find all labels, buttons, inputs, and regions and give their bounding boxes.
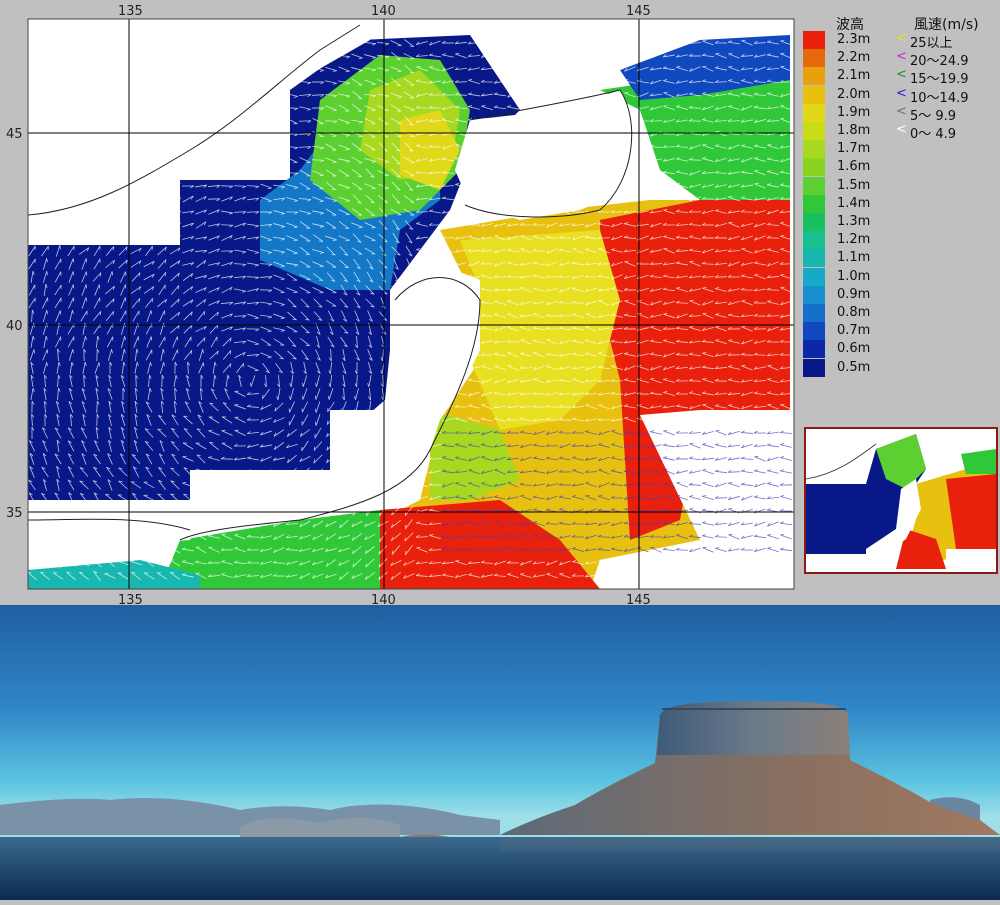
- wave-legend-item: 1.7m: [803, 140, 893, 159]
- wave-legend-swatch: [803, 49, 825, 68]
- wave-legend-swatch: [803, 85, 825, 104]
- wave-legend-swatch: [803, 213, 825, 231]
- wave-legend-swatch: [803, 176, 825, 195]
- wave-legend-label: 0.5m: [837, 359, 871, 375]
- wave-legend-item: 1.6m: [803, 158, 893, 177]
- wave-legend-swatch: [803, 122, 825, 140]
- wave-legend-item: 1.1m: [803, 249, 893, 268]
- wave-legend-label: 1.7m: [837, 141, 871, 157]
- y-tick-40: 40: [6, 319, 23, 334]
- overview-inset-map: [804, 427, 998, 574]
- wind-legend-item: <15～19.9: [896, 67, 1000, 88]
- wave-legend-label: 2.2m: [837, 50, 871, 66]
- wind-legend-label: 15～19.9: [910, 72, 969, 88]
- x-tick-top-140: 140: [371, 4, 396, 19]
- wave-legend-label: 1.4m: [837, 195, 871, 211]
- wind-legend-item: <25以上: [896, 31, 1000, 51]
- wind-legend-item: <0～ 4.9: [896, 122, 1000, 142]
- wind-legend-label: 10～14.9: [910, 90, 969, 106]
- wave-legend-item: 2.0m: [803, 85, 893, 104]
- wind-legend-item: <10～14.9: [896, 85, 1000, 106]
- wave-legend-item: 0.5m: [803, 358, 893, 377]
- wave-legend-label: 2.3m: [837, 32, 871, 47]
- wind-arrow-icon: <: [896, 122, 907, 137]
- wind-legend-item: <20～24.9: [896, 49, 1000, 70]
- wave-legend-label: 1.9m: [837, 104, 871, 120]
- x-tick-top-135: 135: [118, 4, 143, 19]
- wave-legend-swatch: [803, 194, 825, 213]
- wave-legend-item: 1.8m: [803, 122, 893, 140]
- wave-legend-item: 1.0m: [803, 267, 893, 286]
- wind-arrow-icon: <: [896, 67, 907, 83]
- wave-legend-swatch: [803, 322, 825, 341]
- wave-legend-label: 0.9m: [837, 286, 871, 302]
- wave-legend-label: 0.8m: [837, 305, 871, 320]
- wave-legend-item: 1.4m: [803, 194, 893, 213]
- x-tick-top-145: 145: [626, 4, 651, 19]
- wind-legend-label: 20～24.9: [910, 54, 969, 70]
- wave-legend-swatch: [803, 231, 825, 250]
- wave-legend-label: 1.2m: [837, 232, 871, 248]
- mesa-landscape-photo: [0, 605, 1000, 900]
- wave-legend-label: 0.6m: [837, 341, 871, 357]
- wave-legend-swatch: [803, 67, 825, 86]
- wave-forecast-map: 135 140 145 135 140 145 45 40 35 波高 風速(m…: [0, 0, 1000, 605]
- wave-legend-item: 2.1m: [803, 67, 893, 86]
- wave-legend-item: 1.5m: [803, 176, 893, 195]
- wave-legend-item: 2.2m: [803, 49, 893, 68]
- wave-legend-swatch: [803, 340, 825, 359]
- wave-legend-swatch: [803, 31, 825, 49]
- wave-legend-item: 0.6m: [803, 340, 893, 359]
- wind-arrow-icon: <: [896, 31, 907, 46]
- wind-legend-label: 25以上: [910, 36, 953, 51]
- wind-arrow-icon: <: [896, 103, 907, 119]
- wave-legend-label: 1.5m: [837, 177, 871, 193]
- wave-legend-label: 2.0m: [837, 86, 871, 102]
- wave-legend-item: 0.8m: [803, 304, 893, 322]
- wave-legend-label: 1.0m: [837, 268, 871, 284]
- wave-legend-label: 0.7m: [837, 323, 871, 339]
- x-tick-bottom-135: 135: [118, 593, 143, 605]
- wind-legend-label: 5～ 9.9: [910, 108, 957, 124]
- wave-legend-swatch: [803, 249, 825, 268]
- x-tick-bottom-145: 145: [626, 593, 651, 605]
- wave-legend-swatch: [803, 158, 825, 177]
- wave-legend-label: 1.3m: [837, 214, 871, 229]
- wind-legend-label: 0～ 4.9: [910, 127, 957, 142]
- wave-legend-swatch: [803, 103, 825, 122]
- wave-legend-item: 1.3m: [803, 213, 893, 231]
- y-tick-45: 45: [6, 127, 23, 142]
- wave-legend-swatch: [803, 304, 825, 322]
- wind-legend-item: <5～ 9.9: [896, 103, 1000, 124]
- wave-legend-label: 2.1m: [837, 68, 871, 84]
- wave-legend-item: 0.9m: [803, 285, 893, 304]
- wave-legend-swatch: [803, 140, 825, 159]
- wave-legend-swatch: [803, 358, 825, 377]
- wind-arrow-icon: <: [896, 85, 907, 101]
- wave-legend-item: 0.7m: [803, 322, 893, 341]
- wave-legend-label: 1.6m: [837, 159, 871, 175]
- wave-legend-swatch: [803, 285, 825, 304]
- wave-legend-item: 1.2m: [803, 231, 893, 250]
- wave-legend-swatch: [803, 267, 825, 286]
- wave-legend-item: 2.3m: [803, 31, 893, 49]
- landscape-illustration: [0, 605, 1000, 900]
- x-tick-bottom-140: 140: [371, 593, 396, 605]
- inset-canvas: [805, 429, 996, 572]
- wind-arrow-icon: <: [896, 49, 907, 65]
- wave-legend-label: 1.1m: [837, 250, 871, 266]
- wave-legend-item: 1.9m: [803, 103, 893, 122]
- wave-legend-label: 1.8m: [837, 123, 871, 138]
- y-tick-35: 35: [6, 506, 23, 521]
